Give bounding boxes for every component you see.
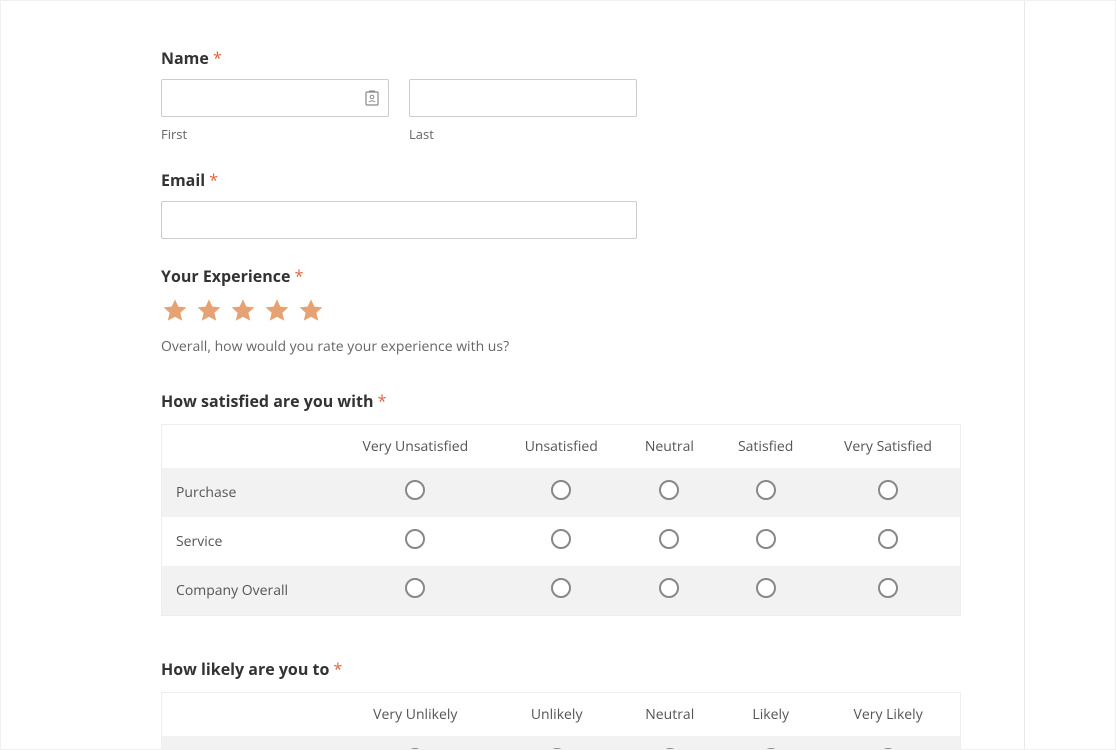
satisfaction-matrix: Very UnsatisfiedUnsatisfiedNeutralSatisf…	[161, 424, 961, 616]
experience-field-group: Your Experience * Overall, how would you…	[161, 265, 801, 356]
required-marker: *	[213, 47, 222, 69]
email-field-group: Email *	[161, 169, 801, 239]
matrix-column-header: Likely	[725, 693, 816, 737]
experience-help-text: Overall, how would you rate your experie…	[161, 337, 801, 356]
satisfaction-matrix-group: How satisfied are you with * Very Unsati…	[161, 390, 801, 616]
star-icon[interactable]	[297, 297, 325, 325]
star-icon[interactable]	[161, 297, 189, 325]
likelihood-matrix-group: How likely are you to * Very UnlikelyUnl…	[161, 658, 801, 750]
likelihood-label: How likely are you to *	[161, 658, 801, 680]
matrix-blank-header	[162, 693, 332, 737]
required-marker: *	[378, 390, 387, 412]
satisfaction-radio[interactable]	[878, 480, 898, 500]
table-row: Company Overall	[162, 566, 961, 616]
satisfaction-radio[interactable]	[756, 480, 776, 500]
satisfaction-radio[interactable]	[551, 480, 571, 500]
name-label: Name *	[161, 47, 801, 69]
matrix-blank-header	[162, 425, 332, 469]
satisfaction-radio[interactable]	[878, 578, 898, 598]
required-marker: *	[209, 169, 218, 191]
satisfaction-radio[interactable]	[551, 529, 571, 549]
satisfaction-radio[interactable]	[551, 578, 571, 598]
matrix-row-header: Company Overall	[162, 566, 332, 616]
matrix-row-header: Service	[162, 517, 332, 566]
likelihood-matrix: Very UnlikelyUnlikelyNeutralLikelyVery L…	[161, 692, 961, 750]
matrix-column-header: Very Likely	[816, 693, 960, 737]
matrix-column-header: Unsatisfied	[499, 425, 623, 469]
satisfaction-label-text: How satisfied are you with	[161, 390, 373, 412]
satisfaction-radio[interactable]	[405, 480, 425, 500]
star-icon[interactable]	[195, 297, 223, 325]
table-row: Service	[162, 517, 961, 566]
survey-form: Name *	[1, 1, 961, 750]
matrix-column-header: Very Unlikely	[332, 693, 500, 737]
required-marker: *	[334, 658, 343, 680]
name-field-group: Name *	[161, 47, 801, 143]
matrix-row-header: Purchase	[162, 468, 332, 517]
matrix-column-header: Very Unsatisfied	[332, 425, 500, 469]
satisfaction-radio[interactable]	[659, 529, 679, 549]
matrix-row-header: Buy from us again	[162, 736, 332, 750]
table-row: Buy from us again	[162, 736, 961, 750]
star-icon[interactable]	[229, 297, 257, 325]
satisfaction-label: How satisfied are you with *	[161, 390, 801, 412]
matrix-column-header: Neutral	[623, 425, 715, 469]
email-label-text: Email	[161, 169, 205, 191]
satisfaction-radio[interactable]	[405, 578, 425, 598]
table-row: Purchase	[162, 468, 961, 517]
satisfaction-radio[interactable]	[405, 529, 425, 549]
satisfaction-radio[interactable]	[659, 578, 679, 598]
matrix-column-header: Unlikely	[499, 693, 614, 737]
first-name-sublabel: First	[161, 125, 389, 143]
first-name-input[interactable]	[161, 79, 389, 117]
experience-label-text: Your Experience	[161, 265, 290, 287]
satisfaction-radio[interactable]	[659, 480, 679, 500]
matrix-column-header: Very Satisfied	[816, 425, 961, 469]
matrix-column-header: Satisfied	[715, 425, 815, 469]
last-name-sublabel: Last	[409, 125, 637, 143]
required-marker: *	[295, 265, 304, 287]
email-input[interactable]	[161, 201, 637, 239]
satisfaction-radio[interactable]	[756, 529, 776, 549]
star-icon[interactable]	[263, 297, 291, 325]
email-label: Email *	[161, 169, 801, 191]
satisfaction-radio[interactable]	[878, 529, 898, 549]
last-name-input[interactable]	[409, 79, 637, 117]
likelihood-label-text: How likely are you to	[161, 658, 329, 680]
satisfaction-radio[interactable]	[756, 578, 776, 598]
matrix-column-header: Neutral	[614, 693, 725, 737]
star-rating[interactable]	[161, 297, 801, 325]
experience-label: Your Experience *	[161, 265, 801, 287]
name-label-text: Name	[161, 47, 209, 69]
